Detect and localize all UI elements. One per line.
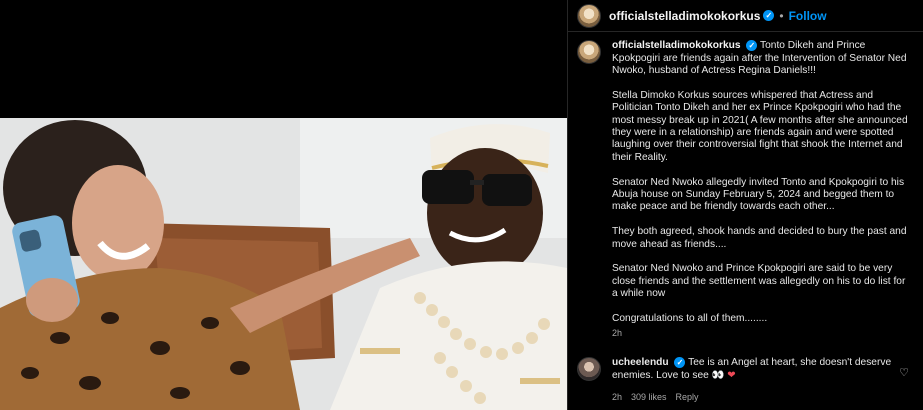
caption-paragraph: They both agreed, shook hands and decide… xyxy=(612,226,907,250)
author-avatar[interactable] xyxy=(577,3,601,28)
post-media[interactable] xyxy=(0,0,567,410)
commenter-username[interactable]: ucheelendu xyxy=(612,357,669,368)
comment-item: ucheelendu ✓ Tee is an Angel at heart, s… xyxy=(577,357,917,403)
caption-author-avatar[interactable] xyxy=(577,40,601,64)
verified-badge-icon: ✓ xyxy=(674,357,686,368)
post-caption: officialstelladimokokorkus ✓ Tonto Dikeh… xyxy=(577,40,917,340)
caption-lead: officialstelladimokokorkus ✓ Tonto Dikeh… xyxy=(612,40,912,77)
photo-illustration xyxy=(0,118,567,410)
verified-badge-icon: ✓ xyxy=(746,40,758,51)
comment-body: ucheelendu ✓ Tee is an Angel at heart, s… xyxy=(612,357,894,403)
comment-meta: 2h 309 likes Reply xyxy=(612,391,894,403)
comment-text-line: ucheelendu ✓ Tee is an Angel at heart, s… xyxy=(612,357,894,382)
post-photo[interactable] xyxy=(0,118,567,410)
caption-paragraph: Stella Dimoko Korkus sources whispered t… xyxy=(612,89,908,163)
eyes-emoji: 👀 xyxy=(711,369,725,381)
verified-badge-icon: ✓ xyxy=(763,10,775,21)
commenter-avatar[interactable] xyxy=(577,357,601,381)
follow-button[interactable]: Follow xyxy=(789,9,827,23)
comment-likes[interactable]: 309 likes xyxy=(631,391,667,403)
comment-time[interactable]: 2h xyxy=(612,391,622,403)
post-sidebar: officialstelladimokokorkus ✓ • Follow of… xyxy=(567,0,923,410)
caption-paragraph: Congratulations to all of them........ xyxy=(612,313,768,325)
heart-outline-icon[interactable]: ♡ xyxy=(899,366,909,379)
separator-dot: • xyxy=(779,8,784,23)
caption-username[interactable]: officialstelladimokokorkus xyxy=(612,40,741,51)
post-header: officialstelladimokokorkus ✓ • Follow xyxy=(568,0,923,32)
red-heart-icon: ❤ xyxy=(727,369,736,381)
caption-paragraph: Senator Ned Nwoko and Prince Kpokpogiri … xyxy=(612,263,906,300)
caption-paragraph: Senator Ned Nwoko allegedly invited Tont… xyxy=(612,176,905,213)
reply-button[interactable]: Reply xyxy=(676,391,699,403)
author-username[interactable]: officialstelladimokokorkus xyxy=(609,9,760,23)
caption-time[interactable]: 2h xyxy=(612,327,912,339)
caption-body: officialstelladimokokorkus ✓ Tonto Dikeh… xyxy=(612,40,912,340)
